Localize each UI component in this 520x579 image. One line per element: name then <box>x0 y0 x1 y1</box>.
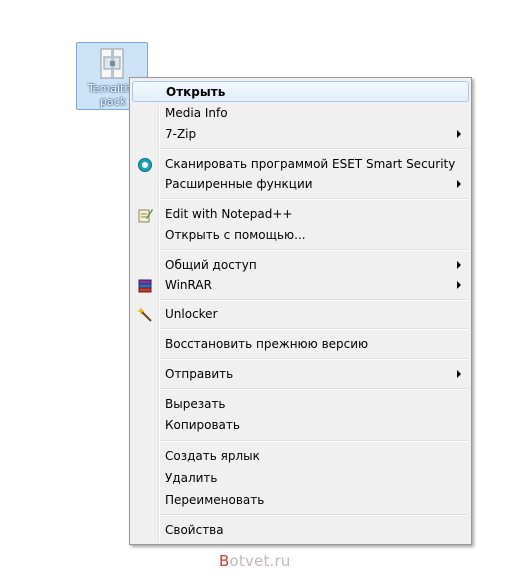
menu-item-label: Переименовать <box>165 493 265 507</box>
menu-item-rename[interactable]: Переименовать <box>132 490 469 511</box>
menu-item-label: Расширенные функции <box>165 177 313 191</box>
notepad-icon <box>138 209 153 223</box>
menu-item-label: Media Info <box>165 106 228 120</box>
menu-item-label: Сканировать программой ESET Smart Securi… <box>165 157 456 171</box>
menu-item-label: 7-Zip <box>165 127 197 141</box>
desktop: Temaithe pack Открыть Media Info 7-Zip С… <box>0 0 520 579</box>
menu-item-label: Отправить <box>165 367 234 381</box>
menu-item-label: Восстановить прежнюю версию <box>165 337 369 351</box>
menu-item-label: WinRAR <box>165 278 212 292</box>
watermark-text: otvet.ru <box>229 552 291 570</box>
menu-separator <box>160 440 469 442</box>
submenu-arrow-icon <box>457 180 461 188</box>
submenu-arrow-icon <box>457 281 461 289</box>
unlocker-wand-icon <box>137 307 152 322</box>
menu-item-label: Копировать <box>165 418 240 432</box>
menu-item-open-with[interactable]: Открыть с помощью... <box>132 225 469 246</box>
submenu-arrow-icon <box>457 370 461 378</box>
submenu-arrow-icon <box>457 130 461 138</box>
menu-item-eset-scan[interactable]: Сканировать программой ESET Smart Securi… <box>132 154 469 175</box>
submenu-arrow-icon <box>457 261 461 269</box>
menu-separator <box>160 514 469 516</box>
eset-icon <box>138 158 152 172</box>
menu-separator <box>160 198 469 200</box>
context-menu: Открыть Media Info 7-Zip Сканировать про… <box>129 77 472 545</box>
menu-item-label: Создать ярлык <box>165 449 260 463</box>
menu-item-label: Открыть с помощью... <box>165 228 306 242</box>
menu-item-sharing[interactable]: Общий доступ <box>132 255 469 276</box>
menu-item-media-info[interactable]: Media Info <box>132 103 469 124</box>
menu-separator <box>160 388 469 390</box>
menu-item-label: Unlocker <box>165 307 218 321</box>
menu-item-label: Вырезать <box>165 397 226 411</box>
menu-separator <box>160 328 469 330</box>
menu-item-label: Удалить <box>165 471 218 485</box>
menu-item-copy[interactable]: Копировать <box>132 415 469 436</box>
menu-item-cut[interactable]: Вырезать <box>132 394 469 415</box>
site-watermark: Botvet.ru <box>219 552 291 570</box>
winrar-icon <box>138 279 152 293</box>
menu-item-winrar[interactable]: WinRAR <box>132 275 469 296</box>
menu-item-properties[interactable]: Свойства <box>132 520 469 541</box>
menu-item-label: Edit with Notepad++ <box>165 207 293 221</box>
menu-item-label: Свойства <box>165 523 224 537</box>
watermark-initial: B <box>219 552 230 570</box>
menu-item-label: Открыть <box>166 85 226 99</box>
menu-item-extended-functions[interactable]: Расширенные функции <box>132 174 469 195</box>
menu-item-7zip[interactable]: 7-Zip <box>132 124 469 145</box>
menu-item-label: Общий доступ <box>165 258 257 272</box>
menu-separator <box>160 358 469 360</box>
menu-item-delete[interactable]: Удалить <box>132 468 469 489</box>
menu-item-send-to[interactable]: Отправить <box>132 364 469 385</box>
menu-separator <box>160 249 469 251</box>
menu-item-open[interactable]: Открыть <box>132 81 469 102</box>
menu-separator <box>160 299 469 301</box>
menu-item-notepad[interactable]: Edit with Notepad++ <box>132 204 469 225</box>
menu-item-unlocker[interactable]: Unlocker <box>132 304 469 325</box>
menu-separator <box>160 148 469 150</box>
archive-file-icon <box>100 48 124 79</box>
menu-item-restore-previous[interactable]: Восстановить прежнюю версию <box>132 334 469 355</box>
menu-item-create-shortcut[interactable]: Создать ярлык <box>132 446 469 467</box>
